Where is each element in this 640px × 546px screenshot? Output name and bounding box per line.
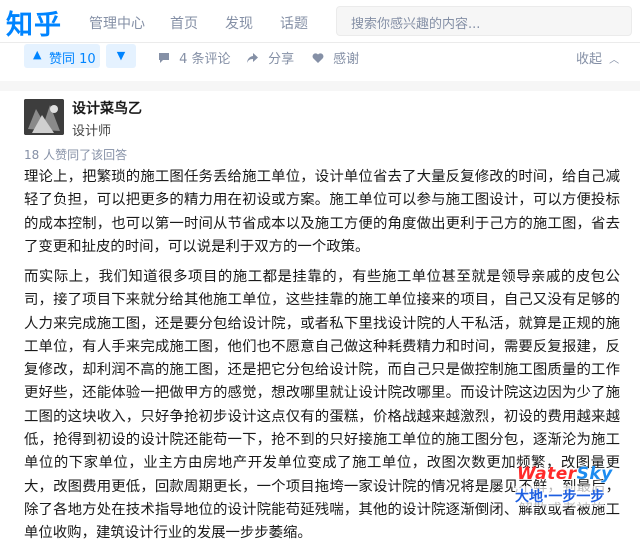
author-headline: 设计师 [72,124,112,139]
thanks-button[interactable]: 感谢 [312,48,359,67]
watermark-logo: WaterSky 大地·一步一步 [509,462,640,511]
watermark-line-2: 大地·一步一步 [515,486,605,506]
section-divider [0,81,640,91]
vote-count-note: 18 人赞同了该回答 [24,148,128,162]
zhihu-logo[interactable]: 知乎 [6,3,62,42]
nav-topics[interactable]: 话题 [280,13,308,33]
nav-manage-center[interactable]: 管理中心 [89,13,145,33]
share-icon [246,52,263,67]
search-input[interactable]: 搜索你感兴趣的内容... [336,6,632,36]
chevron-up-icon: ︿ [609,55,620,66]
share-label: 分享 [268,52,295,67]
heart-icon [312,52,328,67]
comments-label: 4 条评论 [179,52,231,67]
triangle-down-icon: ▼ [116,49,126,62]
top-navbar: 知乎 管理中心 首页 发现 话题 搜索你感兴趣的内容... [0,0,640,43]
vote-up-label: 赞同 10 [49,52,96,67]
collapse-label: 收起 [576,52,603,67]
nav-home[interactable]: 首页 [170,13,198,33]
share-button[interactable]: 分享 [246,48,294,67]
vote-down-button[interactable]: ▼ [106,44,136,68]
watermark-line-1: WaterSky [517,464,613,484]
answer-paragraph: 理论上，把繁琐的施工图任务丢给施工单位，设计单位省去了大量反复修改的时间，给自己… [24,169,620,255]
thanks-label: 感谢 [333,52,360,67]
comments-button[interactable]: 4 条评论 [158,48,231,67]
triangle-up-icon: ▲ [33,48,42,61]
comment-icon [158,52,174,67]
avatar[interactable] [24,99,64,135]
search-placeholder: 搜索你感兴趣的内容... [351,17,481,32]
author-name[interactable]: 设计菜鸟乙 [72,98,142,118]
vote-up-button[interactable]: ▲ 赞同 10 [24,44,100,68]
nav-explore[interactable]: 发现 [225,13,253,33]
collapse-button[interactable]: 收起 ︿ [576,48,619,67]
